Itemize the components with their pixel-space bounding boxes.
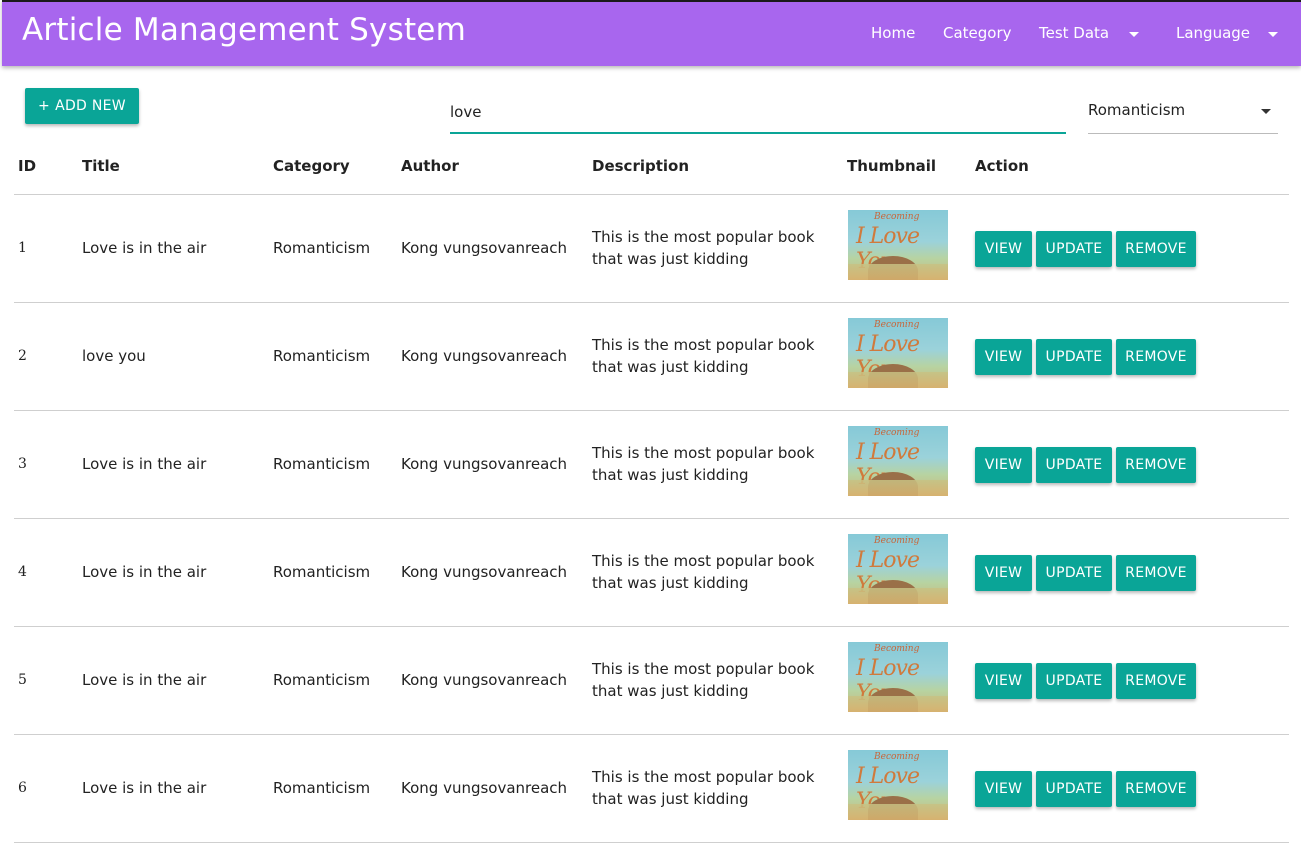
cell-id: 6 xyxy=(18,780,27,796)
cell-author: Kong vungsovanreach xyxy=(401,779,568,797)
update-button[interactable]: UPDATE xyxy=(1036,771,1112,807)
nav-category-link[interactable]: Category xyxy=(943,24,1012,42)
cell-author: Kong vungsovanreach xyxy=(401,563,568,581)
cell-description: This is the most popular book that was j… xyxy=(592,552,815,592)
cover-subtitle: Becoming xyxy=(874,644,920,654)
view-button[interactable]: VIEW xyxy=(975,339,1032,375)
cell-id: 5 xyxy=(18,672,27,688)
cell-title: Love is in the air xyxy=(82,779,207,797)
update-button[interactable]: UPDATE xyxy=(1036,663,1112,699)
view-button[interactable]: VIEW xyxy=(975,447,1032,483)
chevron-down-icon[interactable] xyxy=(1261,109,1271,114)
cell-author: Kong vungsovanreach xyxy=(401,455,568,473)
add-new-button[interactable]: + ADD NEW xyxy=(25,88,139,124)
remove-button[interactable]: REMOVE xyxy=(1116,771,1196,807)
cell-author: Kong vungsovanreach xyxy=(401,347,568,365)
cover-grass xyxy=(848,804,948,820)
book-cover-thumbnail: BecomingI Love You xyxy=(848,750,948,820)
cover-grass xyxy=(848,372,948,388)
remove-button[interactable]: REMOVE xyxy=(1116,339,1196,375)
cell-title: love you xyxy=(82,347,146,365)
app-bar-top-border xyxy=(2,0,1301,2)
category-filter-select[interactable]: Romanticism xyxy=(1088,92,1278,134)
cell-description: This is the most popular book that was j… xyxy=(592,768,815,808)
cover-subtitle: Becoming xyxy=(874,752,920,762)
cover-subtitle: Becoming xyxy=(874,212,920,222)
cover-grass xyxy=(848,588,948,604)
cell-description: This is the most popular book that was j… xyxy=(592,228,815,268)
remove-button[interactable]: REMOVE xyxy=(1116,231,1196,267)
nav-language-dropdown[interactable]: Language xyxy=(1176,24,1250,42)
view-button[interactable]: VIEW xyxy=(975,771,1032,807)
update-button[interactable]: UPDATE xyxy=(1036,231,1112,267)
cell-description: This is the most popular book that was j… xyxy=(592,444,815,484)
update-button[interactable]: UPDATE xyxy=(1036,447,1112,483)
cell-category: Romanticism xyxy=(273,347,371,365)
remove-button[interactable]: REMOVE xyxy=(1116,555,1196,591)
cell-title: Love is in the air xyxy=(82,671,207,689)
cell-category: Romanticism xyxy=(273,671,371,689)
app-title: Article Management System xyxy=(22,12,466,48)
cell-category: Romanticism xyxy=(273,779,371,797)
book-cover-thumbnail: BecomingI Love You xyxy=(848,426,948,496)
cell-title: Love is in the air xyxy=(82,239,207,257)
app-bar: Article Management System Home Category … xyxy=(2,0,1301,66)
cell-id: 3 xyxy=(18,456,27,472)
cover-grass xyxy=(848,480,948,496)
view-button[interactable]: VIEW xyxy=(975,555,1032,591)
cover-grass xyxy=(848,264,948,280)
book-cover-thumbnail: BecomingI Love You xyxy=(848,210,948,280)
cell-id: 4 xyxy=(18,564,27,580)
search-input[interactable] xyxy=(450,100,1066,124)
table-row: 6 Love is in the air Romanticism Kong vungs… xyxy=(0,735,1301,843)
table-row: 5 Love is in the air Romanticism Kong vungs… xyxy=(0,627,1301,735)
remove-button[interactable]: REMOVE xyxy=(1116,447,1196,483)
remove-button[interactable]: REMOVE xyxy=(1116,663,1196,699)
test-data-chevron-down-icon[interactable] xyxy=(1129,32,1139,37)
header-thumbnail: Thumbnail xyxy=(847,157,937,175)
table-row: 4 Love is in the air Romanticism Kong vungs… xyxy=(0,519,1301,627)
header-title: Title xyxy=(82,157,120,175)
book-cover-thumbnail: BecomingI Love You xyxy=(848,642,948,712)
cell-title: Love is in the air xyxy=(82,455,207,473)
cell-id: 1 xyxy=(18,240,27,256)
header-author: Author xyxy=(401,157,459,175)
cell-author: Kong vungsovanreach xyxy=(401,671,568,689)
view-button[interactable]: VIEW xyxy=(975,663,1032,699)
table-row: 1 Love is in the air Romanticism Kong vungs… xyxy=(0,195,1301,303)
add-new-label: ADD NEW xyxy=(55,98,126,114)
category-filter-value: Romanticism xyxy=(1088,101,1186,119)
cell-title: Love is in the air xyxy=(82,563,207,581)
cover-subtitle: Becoming xyxy=(874,320,920,330)
update-button[interactable]: UPDATE xyxy=(1036,339,1112,375)
cell-category: Romanticism xyxy=(273,563,371,581)
language-chevron-down-icon[interactable] xyxy=(1268,32,1278,37)
cell-description: This is the most popular book that was j… xyxy=(592,336,815,376)
cell-category: Romanticism xyxy=(273,239,371,257)
cover-subtitle: Becoming xyxy=(874,428,920,438)
table-row: 3 Love is in the air Romanticism Kong vungs… xyxy=(0,411,1301,519)
search-field[interactable] xyxy=(450,92,1066,134)
cell-id: 2 xyxy=(18,348,27,364)
cell-author: Kong vungsovanreach xyxy=(401,239,568,257)
cover-subtitle: Becoming xyxy=(874,536,920,546)
cover-grass xyxy=(848,696,948,712)
table-row: 2 love you Romanticism Kong vungsovanreach T… xyxy=(0,303,1301,411)
plus-icon: + xyxy=(38,98,51,114)
header-action: Action xyxy=(975,157,1029,175)
view-button[interactable]: VIEW xyxy=(975,231,1032,267)
nav-home-link[interactable]: Home xyxy=(871,24,915,42)
nav-test-data-dropdown[interactable]: Test Data xyxy=(1039,24,1109,42)
header-id: ID xyxy=(18,157,37,175)
book-cover-thumbnail: BecomingI Love You xyxy=(848,534,948,604)
header-description: Description xyxy=(592,157,690,175)
cell-description: This is the most popular book that was j… xyxy=(592,660,815,700)
header-category: Category xyxy=(273,157,350,175)
cell-category: Romanticism xyxy=(273,455,371,473)
update-button[interactable]: UPDATE xyxy=(1036,555,1112,591)
book-cover-thumbnail: BecomingI Love You xyxy=(848,318,948,388)
